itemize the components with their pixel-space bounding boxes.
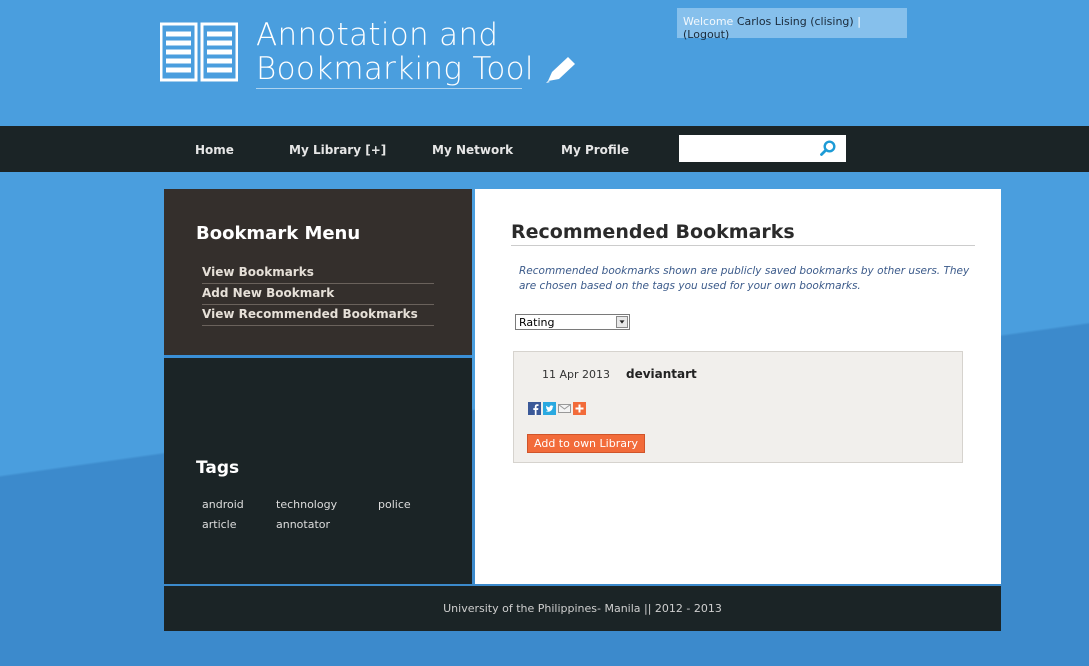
twitter-icon[interactable] (543, 402, 556, 415)
footer: University of the Philippines- Manila ||… (164, 586, 1001, 631)
bookmark-date: 11 Apr 2013 (542, 368, 611, 381)
page-description: Recommended bookmarks shown are publicly… (519, 265, 970, 292)
menu-add-new-bookmark[interactable]: Add New Bookmark (202, 284, 434, 305)
search-icon[interactable] (820, 140, 836, 156)
tags-heading: Tags (196, 458, 240, 478)
welcome-label: Welcome (683, 15, 734, 28)
page-title-underline (511, 245, 975, 246)
add-share-icon[interactable] (573, 402, 586, 415)
title-underline (256, 88, 522, 89)
open-book-logo-icon (160, 22, 238, 82)
nav-my-network[interactable]: My Network (432, 143, 513, 157)
nav-my-library[interactable]: My Library [+] (289, 143, 386, 157)
nav-home[interactable]: Home (195, 143, 234, 157)
logout-link[interactable]: (Logout) (683, 28, 729, 41)
nav-my-profile[interactable]: My Profile (561, 143, 629, 157)
welcome-box: Welcome Carlos Lising (clising) | (Logou… (677, 8, 907, 41)
welcome-separator: | (857, 15, 861, 28)
tag-link[interactable]: android (202, 498, 244, 511)
email-icon[interactable] (558, 402, 571, 415)
sort-select-value: Rating (519, 316, 555, 329)
add-to-library-button[interactable]: Add to own Library (527, 434, 645, 453)
app-title: Annotation and Bookmarking Tool (256, 18, 578, 86)
pencil-icon (545, 57, 575, 83)
app-title-line2: Bookmarking Tool (256, 51, 534, 87)
page-title: Recommended Bookmarks (511, 221, 795, 243)
menu-view-recommended-bookmarks[interactable]: View Recommended Bookmarks (202, 305, 434, 326)
tag-link[interactable]: annotator (276, 518, 330, 531)
sort-select[interactable]: Rating (515, 314, 630, 330)
search-box (679, 135, 846, 162)
app-title-line1: Annotation and (256, 17, 499, 53)
facebook-icon[interactable] (528, 402, 541, 415)
chevron-down-icon[interactable] (616, 316, 628, 328)
tag-link[interactable]: article (202, 518, 237, 531)
tag-link[interactable]: technology (276, 498, 337, 511)
bookmark-menu-panel: Bookmark Menu View Bookmarks Add New Boo… (164, 189, 472, 355)
bookmark-menu-list: View Bookmarks Add New Bookmark View Rec… (202, 263, 434, 326)
main-panel: Recommended Bookmarks Recommended bookma… (475, 189, 1001, 584)
bookmark-title-link[interactable]: deviantart (626, 367, 697, 381)
username-link[interactable]: Carlos Lising (clising) (737, 15, 854, 28)
menu-view-bookmarks[interactable]: View Bookmarks (202, 263, 434, 284)
tag-link[interactable]: police (378, 498, 411, 511)
header: Annotation and Bookmarking Tool Welcome … (0, 0, 1089, 126)
bookmark-menu-heading: Bookmark Menu (196, 223, 361, 244)
bookmark-card: 11 Apr 2013 deviantart Add to own Librar… (513, 351, 963, 463)
navbar: Home My Library [+] My Network My Profil… (0, 126, 1089, 172)
search-input[interactable] (679, 135, 829, 160)
tags-panel: Tags android technology police article a… (164, 358, 472, 584)
share-buttons (528, 402, 586, 415)
